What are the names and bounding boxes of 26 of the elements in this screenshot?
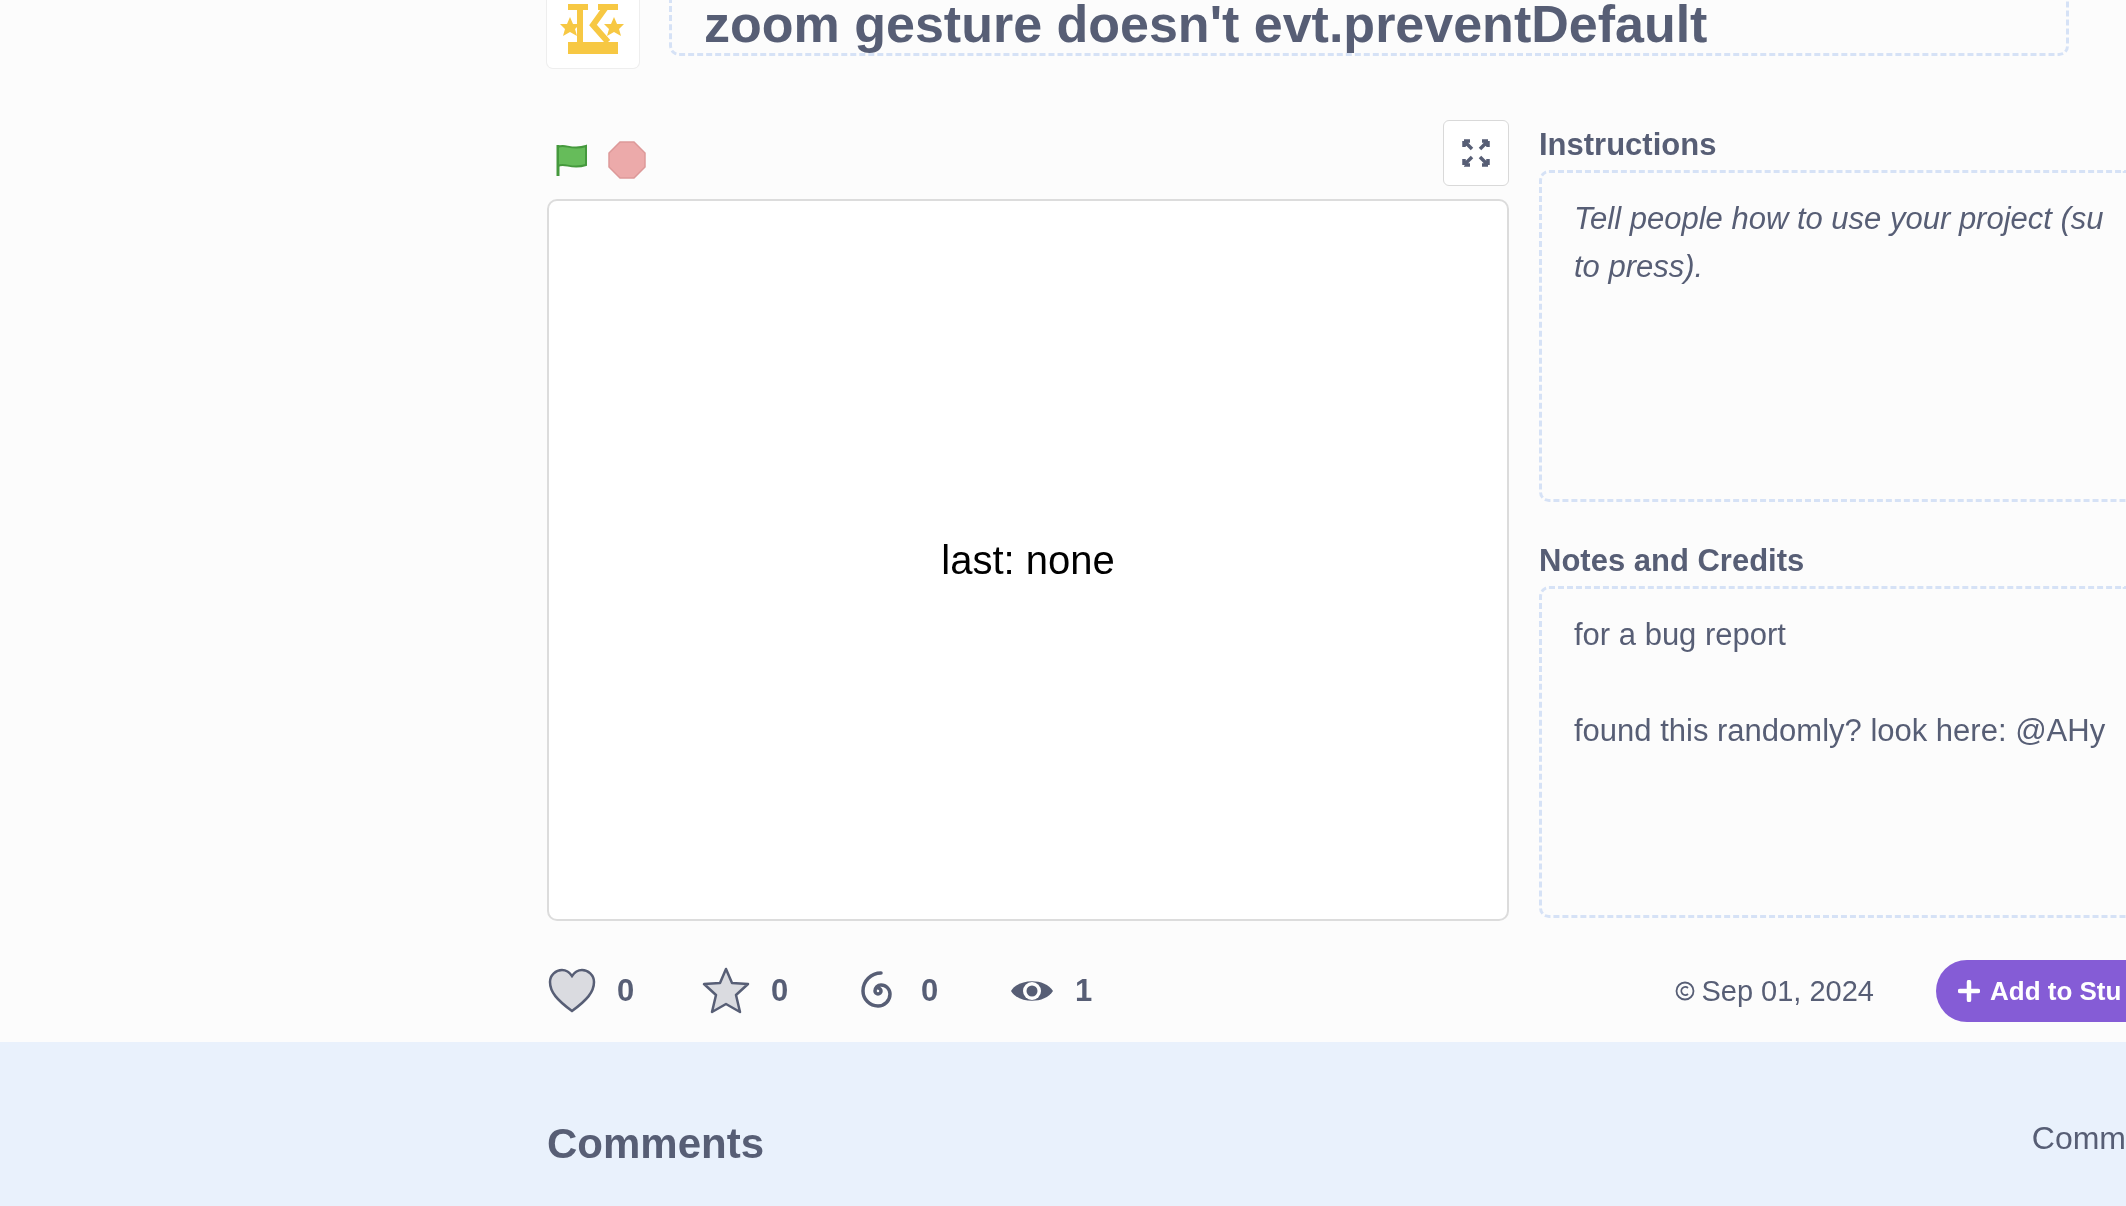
star-icon[interactable]: [701, 967, 751, 1015]
favorite-count: 0: [771, 973, 789, 1009]
remix-count: 0: [921, 973, 939, 1009]
views-count: 1: [1075, 973, 1093, 1009]
heart-icon[interactable]: [547, 968, 597, 1014]
shared-date: Sep 01, 2024: [1701, 974, 1874, 1008]
instructions-placeholder: to press).: [1574, 248, 1705, 286]
notes-text: found this randomly? look here: @AHy: [1574, 712, 2107, 750]
fullscreen-icon: [1461, 137, 1491, 168]
project-title-field[interactable]: zoom gesture doesn't evt.preventDefault: [669, 0, 2069, 56]
copyright-icon: [1675, 981, 1696, 1001]
add-to-studio-button[interactable]: Add to Stu: [1936, 960, 2126, 1022]
instructions-heading: Instructions: [1539, 126, 1718, 164]
notes-text: for a bug report: [1574, 616, 1787, 654]
comments-heading: Comments: [547, 1120, 765, 1168]
love-count: 0: [617, 973, 635, 1009]
comments-side-text: Comm: [2031, 1120, 2126, 1157]
flag-icon[interactable]: [555, 142, 589, 177]
notes-heading: Notes and Credits: [1539, 542, 1806, 580]
instructions-field[interactable]: Tell people how to use your project (su to press).: [1539, 170, 2126, 502]
notes-field[interactable]: for a bug report found this randomly? look here: @AHy: [1539, 586, 2126, 918]
fullscreen-button[interactable]: [1443, 119, 1509, 186]
instructions-placeholder: Tell people how to use your project (su: [1574, 200, 2105, 238]
plus-icon: [1958, 980, 1980, 1002]
stage-text: last: none: [941, 537, 1115, 583]
project-stage[interactable]: last: none: [547, 199, 1509, 921]
